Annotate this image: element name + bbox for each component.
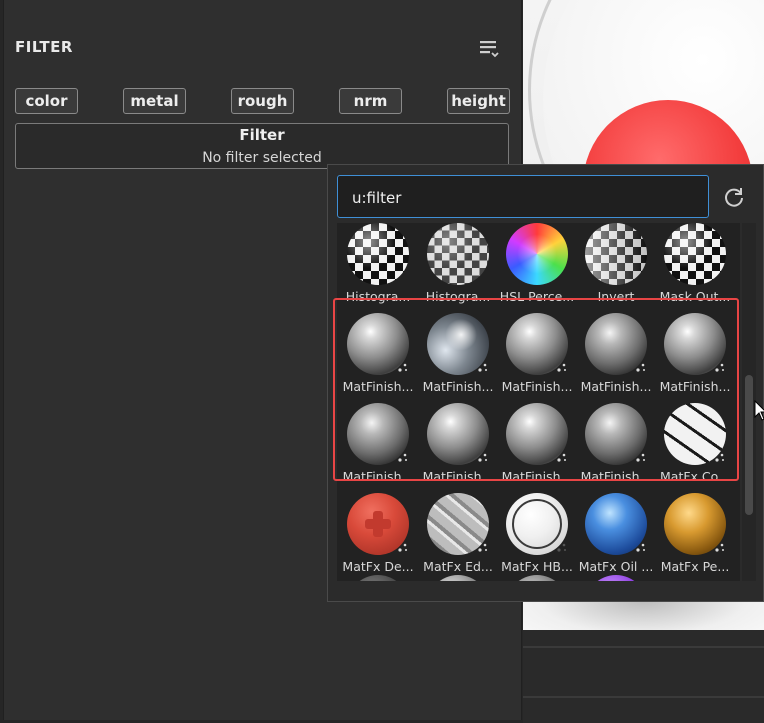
grid-item[interactable]: MatFinish... (339, 311, 417, 399)
resource-picker-popup: Histogra... Histogra... HSL Perce... Inv… (327, 164, 764, 602)
grid-item-label: HSL Perce... (499, 289, 575, 304)
pattern-badge-icon (715, 453, 724, 462)
tag-color-button[interactable]: color (15, 88, 78, 114)
grid-item[interactable]: HSL Perce... (498, 223, 576, 309)
grid-item[interactable]: MatFinish... (419, 311, 497, 399)
grid-item-label: MatFinish... (580, 379, 652, 394)
thumbnail (347, 223, 409, 285)
grid-item[interactable]: MatFinish... (419, 401, 497, 489)
grid-item-label: Mask Out... (659, 289, 731, 304)
grid-item-label: MatFx HB... (501, 559, 573, 574)
pattern-badge-icon (636, 453, 645, 462)
scrollbar-thumb[interactable] (745, 375, 753, 515)
grid-item[interactable] (419, 573, 497, 581)
grid-item-label: MatFx Oil ... (578, 559, 654, 574)
thumbnail (506, 575, 568, 581)
grid-item[interactable]: Histogra... (339, 223, 417, 309)
tag-height-button[interactable]: height (447, 88, 510, 114)
pattern-badge-icon (478, 453, 487, 462)
grid-item[interactable]: MatFx Oil ... (577, 491, 655, 579)
cross-mark (373, 511, 383, 537)
grid-item-label: Histogra... (425, 289, 491, 304)
grid-item-label: MatFx Co... (660, 469, 730, 484)
grid-item[interactable]: MatFx Co... (656, 401, 734, 489)
divider (523, 696, 764, 698)
viewport-bottom-bar (523, 630, 764, 723)
grid-item[interactable]: MatFinish... (339, 401, 417, 489)
grid-item-label: MatFinish... (501, 469, 573, 484)
pattern-badge-icon (398, 453, 407, 462)
grid-item[interactable]: MatFx Ed... (419, 491, 497, 579)
grid-item[interactable]: MatFinish... (498, 401, 576, 489)
pattern-badge-icon (398, 363, 407, 372)
filter-slot[interactable]: Filter No filter selected (15, 123, 509, 169)
pattern-badge-icon (478, 543, 487, 552)
search-input[interactable] (350, 186, 694, 210)
grid-item-label: MatFx Ed... (423, 559, 493, 574)
thumbnail (664, 223, 726, 285)
pattern-badge-icon (715, 543, 724, 552)
pattern-badge-icon (715, 363, 724, 372)
grid-item[interactable] (577, 573, 655, 581)
grid-item-label: Invert (597, 289, 635, 304)
pattern-badge-icon (636, 363, 645, 372)
pattern-badge-icon (398, 543, 407, 552)
filter-slot-heading: Filter (239, 126, 285, 144)
grid-item[interactable]: MatFx HB... (498, 491, 576, 579)
pattern-badge-icon (557, 453, 566, 462)
grid-item-label: MatFinish... (342, 379, 414, 394)
pattern-badge-icon (557, 543, 566, 552)
tag-nrm-button[interactable]: nrm (339, 88, 402, 114)
thumbnail (585, 223, 647, 285)
mouse-cursor-icon (754, 400, 764, 421)
grid-item-label: MatFinish... (580, 469, 652, 484)
pattern-badge-icon (478, 363, 487, 372)
grid-item-label: MatFinish... (659, 379, 731, 394)
thumbnail-grid: Histogra... Histogra... HSL Perce... Inv… (337, 223, 740, 581)
grid-item[interactable]: MatFinish... (577, 311, 655, 399)
thumbnail (347, 575, 409, 581)
grid-item-label: MatFx De... (342, 559, 414, 574)
grid-item[interactable]: MatFinish... (577, 401, 655, 489)
list-filter-icon[interactable] (478, 38, 502, 60)
grid-item[interactable]: MatFx De... (339, 491, 417, 579)
panel-title: FILTER (15, 38, 73, 56)
grid-item-label: MatFx Pe... (660, 559, 730, 574)
grid-item-label: MatFinish... (342, 469, 414, 484)
pattern-badge-icon (557, 363, 566, 372)
grid-item[interactable]: Invert (577, 223, 655, 309)
grid-item[interactable]: Histogra... (419, 223, 497, 309)
grid-item[interactable] (498, 573, 576, 581)
reset-icon[interactable] (722, 185, 746, 209)
thumbnail (506, 223, 568, 285)
grid-item-label: MatFinish... (422, 379, 494, 394)
grid-item[interactable]: MatFinish... (498, 311, 576, 399)
tag-metal-button[interactable]: metal (123, 88, 186, 114)
thumbnail (427, 575, 489, 581)
grid-item[interactable] (339, 573, 417, 581)
pattern-badge-icon (636, 543, 645, 552)
grid-item[interactable]: Mask Out... (656, 223, 734, 309)
grid-item-label: Histogra... (345, 289, 411, 304)
thumbnail (427, 223, 489, 285)
search-field[interactable] (337, 175, 709, 218)
tag-rough-button[interactable]: rough (231, 88, 294, 114)
grid-item[interactable]: MatFinish... (656, 311, 734, 399)
divider (523, 646, 764, 648)
grid-item[interactable]: MatFx Pe... (656, 491, 734, 579)
grid-item-label: MatFinish... (501, 379, 573, 394)
grid-item-label: MatFinish... (422, 469, 494, 484)
thumbnail-pattern (512, 499, 562, 549)
thumbnail (585, 575, 647, 581)
